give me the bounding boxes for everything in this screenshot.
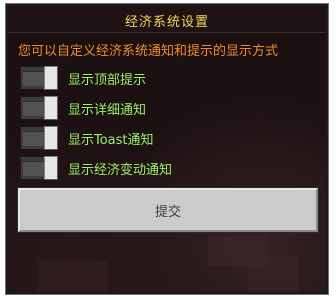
economy-change-label: 显示经济变动通知 [68,162,173,178]
toggle-row-detail-notice: 显示详细通知 [20,96,146,120]
submit-button[interactable]: 提交 [17,187,319,233]
toggle-knob[interactable] [44,126,58,150]
settings-dialog: 经济系统设置 您可以自定义经济系统通知和提示的显示方式 显示顶部提示 显示详细通… [5,3,329,295]
submit-button-label: 提交 [154,204,181,220]
top-tip-toggle[interactable] [20,66,58,90]
detail-notice-toggle[interactable] [20,96,58,120]
dialog-description: 您可以自定义经济系统通知和提示的显示方式 [18,44,279,59]
top-tip-label: 显示顶部提示 [68,72,147,88]
background-block [38,261,108,292]
toast-notice-label: 显示Toast通知 [68,132,154,148]
dialog-title: 经济系统设置 [124,15,209,30]
dialog-titlebar: 经济系统设置 [8,6,326,33]
toggle-row-toast-notice: 显示Toast通知 [20,126,154,150]
toggle-row-economy-change: 显示经济变动通知 [20,156,172,180]
toggle-row-top-tip: 显示顶部提示 [20,66,146,90]
toast-notice-toggle[interactable] [20,126,58,150]
detail-notice-label: 显示详细通知 [68,102,147,118]
toggle-knob[interactable] [44,96,58,120]
background-block [248,256,298,292]
toggle-knob[interactable] [44,156,58,180]
toggle-knob[interactable] [44,66,58,90]
economy-change-toggle[interactable] [20,156,58,180]
